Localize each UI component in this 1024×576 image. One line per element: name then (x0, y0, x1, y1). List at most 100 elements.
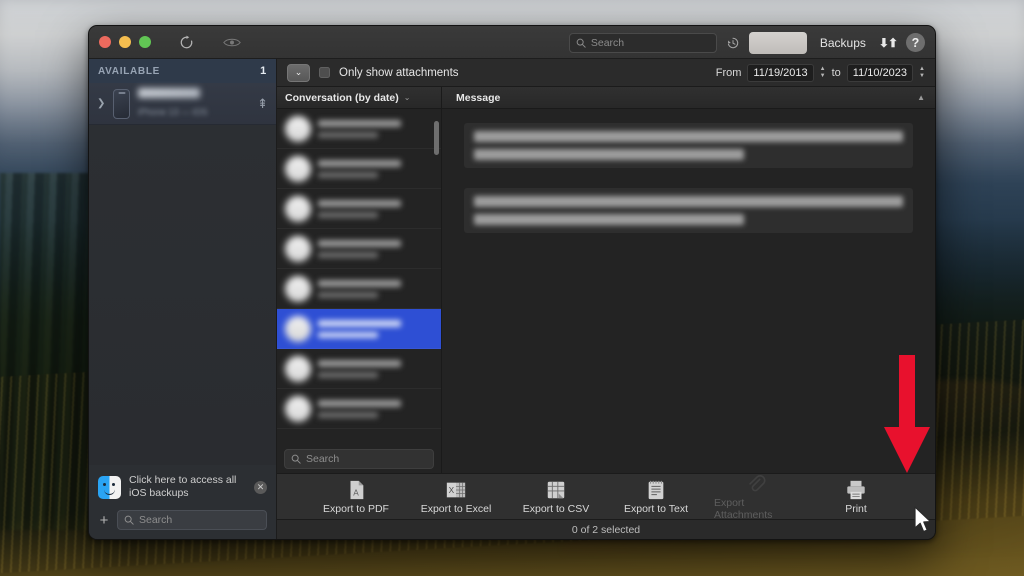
conversation-row[interactable] (277, 269, 441, 309)
conversation-preview-redacted (318, 131, 378, 138)
avatar (285, 315, 311, 342)
from-date-stepper[interactable]: ▲ ▼ (820, 66, 826, 79)
conversation-row-text (318, 359, 433, 378)
ios-backups-banner[interactable]: Click here to access all iOS backups ✕ (89, 465, 276, 504)
list-search-input[interactable]: Search (284, 449, 434, 469)
avatar (285, 395, 311, 422)
chevron-right-icon[interactable]: ❯ (97, 98, 107, 109)
text-icon (644, 479, 668, 501)
close-window-button[interactable] (99, 36, 111, 48)
sidebar-section-header: AVAILABLE 1 (89, 59, 276, 83)
list-scrollbar[interactable] (434, 121, 439, 155)
titlebar-right-controls: Search Backups ⬇⬆ ? (568, 26, 925, 59)
conversation-name-redacted (318, 119, 401, 127)
conversation-preview-redacted (318, 331, 378, 338)
refresh-icon[interactable] (173, 31, 199, 53)
conversation-row-text (318, 399, 433, 418)
backups-tab[interactable]: Backups (816, 36, 870, 50)
message-line-redacted (474, 196, 903, 207)
export-button-label: Export to PDF (323, 502, 389, 515)
stepper-down-icon[interactable]: ▼ (919, 73, 925, 79)
avatar (285, 155, 311, 182)
column-headers: Conversation (by date) ⌄ Message ▲ (277, 87, 935, 109)
attachments-icon (744, 473, 768, 495)
export-button-label: Export Attachments (714, 496, 773, 521)
to-date-field[interactable]: 11/10/2023 (846, 63, 914, 82)
to-label: to (831, 66, 841, 79)
chevron-down-icon[interactable]: ⌄ (404, 93, 411, 102)
conversation-preview-redacted (318, 371, 378, 378)
svg-text:X: X (449, 485, 455, 494)
chevron-down-icon[interactable]: ⌄ (287, 63, 310, 82)
column-header-message[interactable]: Message ▲ (442, 87, 935, 108)
to-date-stepper[interactable]: ▲ ▼ (919, 66, 925, 79)
only-show-attachments-checkbox[interactable] (319, 67, 330, 78)
conversation-name-redacted (318, 319, 401, 327)
conversation-preview-redacted (318, 211, 378, 218)
from-date-field[interactable]: 11/19/2013 (747, 63, 814, 82)
stepper-up-icon[interactable]: ▲ (919, 66, 925, 72)
avatar (285, 235, 311, 262)
export-to-excel-button[interactable]: X Export to Excel (414, 479, 498, 515)
close-icon[interactable]: ✕ (254, 480, 267, 494)
conversation-row-text (318, 319, 433, 338)
stepper-down-icon[interactable]: ▼ (820, 73, 826, 79)
device-name-redacted (138, 87, 200, 98)
column-header-conversation-label: Conversation (by date) (285, 91, 399, 104)
export-button-label: Export to Excel (420, 502, 492, 515)
sidebar-search-input[interactable]: Search (117, 510, 267, 530)
export-button-label: Print (845, 502, 867, 515)
help-button[interactable]: ? (906, 33, 925, 52)
conversation-row[interactable] (277, 309, 441, 349)
sidebar-item-device[interactable]: ❯ iPhone 13 — iOS ⇞ (89, 83, 276, 125)
minimize-window-button[interactable] (119, 36, 131, 48)
conversation-preview-redacted (318, 251, 378, 258)
message-bubble[interactable] (464, 123, 913, 168)
toolbar-blank-field[interactable] (748, 31, 807, 54)
add-button[interactable]: + (98, 512, 110, 529)
conversation-row-text (318, 199, 433, 218)
conversation-row[interactable] (277, 349, 441, 389)
export-to-text-button[interactable]: Export to Text (614, 479, 698, 515)
message-line-redacted (474, 149, 745, 160)
column-header-conversation[interactable]: Conversation (by date) ⌄ (277, 87, 442, 108)
message-block (464, 188, 913, 233)
stepper-up-icon[interactable]: ▲ (820, 66, 826, 72)
history-icon[interactable] (726, 36, 740, 50)
search-input[interactable]: Search (568, 32, 717, 53)
export-button-label: Export to CSV (522, 502, 590, 515)
eye-icon[interactable] (219, 31, 245, 53)
export-attachments-button: Export Attachments (714, 473, 798, 521)
avatar (285, 275, 311, 302)
message-bubble[interactable] (464, 188, 913, 233)
export-toolbar: A Export to PDF X Export to Excel Export to … (277, 473, 935, 521)
export-to-csv-button[interactable]: Export to CSV (514, 479, 598, 515)
export-button-label: Export to Text (623, 502, 688, 515)
message-detail-pane[interactable] (442, 109, 935, 473)
maximize-window-button[interactable] (139, 36, 151, 48)
export-to-pdf-button[interactable]: A Export to PDF (314, 479, 398, 515)
sidebar: AVAILABLE 1 ❯ iPhone 13 — iOS ⇞ Click he… (89, 59, 277, 539)
sort-updown-icon[interactable]: ⬇⬆ (879, 36, 898, 50)
desktop-wallpaper: Search Backups ⬇⬆ ? AVAILABLE 1 ❯ iPhone… (0, 0, 1024, 576)
conversation-name-redacted (318, 279, 401, 287)
ios-backups-banner-text: Click here to access all iOS backups (129, 474, 237, 499)
sidebar-empty-area (89, 125, 276, 465)
conversation-name-redacted (318, 239, 401, 247)
conversation-row[interactable] (277, 149, 441, 189)
conversation-row[interactable] (277, 109, 441, 149)
conversation-list[interactable] (277, 109, 441, 445)
finder-icon (98, 475, 121, 499)
device-text: iPhone 13 — iOS (136, 87, 251, 120)
print-button[interactable]: Print (814, 479, 898, 515)
conversation-row[interactable] (277, 229, 441, 269)
conversation-row[interactable] (277, 389, 441, 429)
conversation-name-redacted (318, 359, 401, 367)
iphone-icon (113, 88, 130, 119)
conversation-row[interactable] (277, 189, 441, 229)
list-search-wrap: Search (277, 445, 441, 473)
usb-icon: ⇞ (257, 95, 268, 111)
only-show-attachments-label: Only show attachments (339, 66, 459, 79)
printer-icon (844, 479, 868, 501)
device-subtitle: iPhone 13 — iOS (138, 106, 208, 117)
